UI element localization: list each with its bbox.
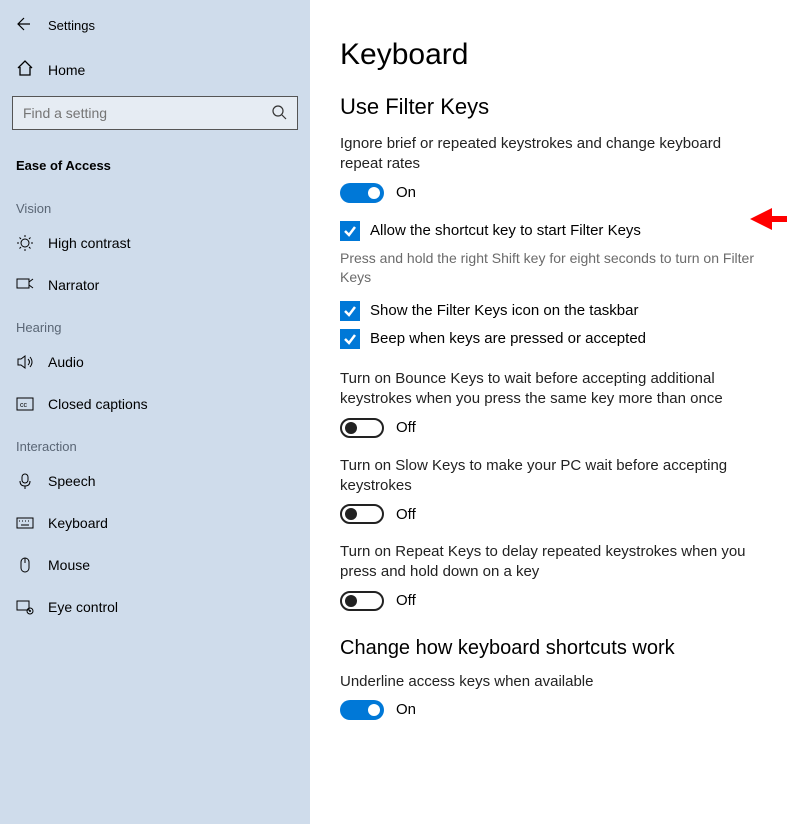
repeat-keys-toggle[interactable] <box>340 591 384 611</box>
shortcut-hint: Press and hold the right Shift key for e… <box>340 249 763 287</box>
keyboard-icon <box>16 514 34 532</box>
narrator-icon <box>16 276 34 294</box>
search-box[interactable] <box>12 96 298 130</box>
closed-captions-icon: cc <box>16 395 34 413</box>
mouse-icon <box>16 556 34 574</box>
back-icon[interactable] <box>14 16 30 35</box>
slow-keys-toggle-label: Off <box>396 506 416 523</box>
page-title: Keyboard <box>340 38 763 72</box>
sidebar-item-speech[interactable]: Speech <box>0 460 310 502</box>
underline-desc: Underline access keys when available <box>340 672 763 692</box>
search-input[interactable] <box>23 105 271 121</box>
window-title: Settings <box>48 18 95 33</box>
nav-label: Eye control <box>48 599 118 615</box>
titlebar: Settings <box>0 10 310 49</box>
home-nav[interactable]: Home <box>0 49 310 90</box>
underline-toggle[interactable] <box>340 700 384 720</box>
svg-text:cc: cc <box>20 402 28 409</box>
sidebar-item-mouse[interactable]: Mouse <box>0 544 310 586</box>
filter-keys-toggle-label: On <box>396 184 416 201</box>
nav-label: Speech <box>48 473 95 489</box>
filter-keys-toggle[interactable] <box>340 183 384 203</box>
sidebar-item-high-contrast[interactable]: High contrast <box>0 222 310 264</box>
callout-arrow-icon <box>750 204 787 234</box>
underline-toggle-label: On <box>396 701 416 718</box>
bounce-keys-toggle[interactable] <box>340 418 384 438</box>
group-hearing: Hearing <box>0 306 310 341</box>
sidebar-item-narrator[interactable]: Narrator <box>0 264 310 306</box>
search-icon <box>271 104 287 123</box>
sidebar-item-keyboard[interactable]: Keyboard <box>0 502 310 544</box>
sidebar-item-eye-control[interactable]: Eye control <box>0 586 310 628</box>
content-pane: Keyboard Use Filter Keys Ignore brief or… <box>310 0 787 824</box>
nav-label: Mouse <box>48 557 90 573</box>
taskbar-check-label: Show the Filter Keys icon on the taskbar <box>370 301 638 321</box>
sidebar-item-closed-captions[interactable]: cc Closed captions <box>0 383 310 425</box>
section-title: Ease of Access <box>0 148 310 187</box>
shortcut-checkbox[interactable] <box>340 221 360 241</box>
nav-label: Closed captions <box>48 396 148 412</box>
audio-icon <box>16 353 34 371</box>
nav-label: High contrast <box>48 235 130 251</box>
sidebar: Settings Home Ease of Access Vision High… <box>0 0 310 824</box>
group-vision: Vision <box>0 187 310 222</box>
shortcut-check-label: Allow the shortcut key to start Filter K… <box>370 221 641 241</box>
home-icon <box>16 59 34 80</box>
home-label: Home <box>48 62 85 78</box>
repeat-keys-toggle-label: Off <box>396 592 416 609</box>
beep-checkbox[interactable] <box>340 329 360 349</box>
group-interaction: Interaction <box>0 425 310 460</box>
shortcuts-heading: Change how keyboard shortcuts work <box>340 637 763 660</box>
speech-icon <box>16 472 34 490</box>
nav-label: Narrator <box>48 277 99 293</box>
slow-keys-toggle[interactable] <box>340 504 384 524</box>
filter-keys-heading: Use Filter Keys <box>340 94 763 120</box>
taskbar-checkbox[interactable] <box>340 301 360 321</box>
nav-label: Audio <box>48 354 84 370</box>
repeat-keys-desc: Turn on Repeat Keys to delay repeated ke… <box>340 542 763 583</box>
slow-keys-desc: Turn on Slow Keys to make your PC wait b… <box>340 456 763 497</box>
bounce-keys-desc: Turn on Bounce Keys to wait before accep… <box>340 369 763 410</box>
nav-label: Keyboard <box>48 515 108 531</box>
high-contrast-icon <box>16 234 34 252</box>
beep-check-label: Beep when keys are pressed or accepted <box>370 329 646 349</box>
bounce-keys-toggle-label: Off <box>396 419 416 436</box>
filter-keys-desc: Ignore brief or repeated keystrokes and … <box>340 134 763 175</box>
sidebar-item-audio[interactable]: Audio <box>0 341 310 383</box>
eye-control-icon <box>16 598 34 616</box>
